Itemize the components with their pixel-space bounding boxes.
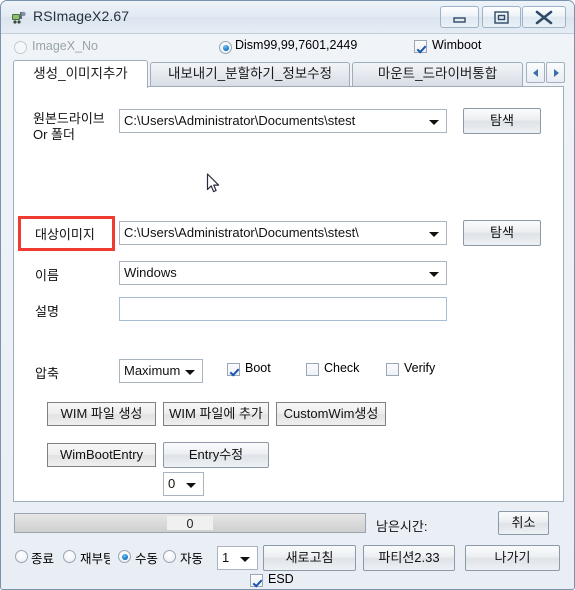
create-wim-button[interactable]: WIM 파일 생성 [47,402,156,426]
radio-manual-label: 수동 [135,552,159,566]
radio-imagex-label: ImageX_No [32,39,99,53]
radio-shutdown[interactable] [15,550,28,563]
compression-value: Maximum [124,363,181,378]
chevron-down-icon [240,557,250,562]
compression-label: 압축 [35,366,59,381]
radio-manual[interactable] [118,550,131,563]
radio-dism[interactable] [219,41,232,54]
description-input[interactable] [119,297,447,321]
tab-scroll-left-button[interactable] [526,62,545,83]
footer-area: 0 남은시간: 취소 종료 재부팅 수동 자동 1 새로고침 파티션2.33 나… [1,502,574,589]
checkbox-wimboot[interactable] [414,40,427,53]
source-drive-combo[interactable]: C:\Users\Administrator\Documents\stest [119,109,447,133]
description-label: 설명 [35,304,59,319]
radio-imagex[interactable] [14,41,27,54]
tab-strip: 생성_이미지추가 내보내기_분할하기_정보수정 마운트_드라이버통합 [13,60,565,88]
tab-content-panel: 원본드라이브 Or 폴더 C:\Users\Administrator\Docu… [13,86,564,502]
checkbox-check-label: Check [324,361,360,375]
checkbox-esd-label: ESD [268,572,294,586]
remaining-time-label: 남은시간: [376,519,428,534]
close-button[interactable] [522,6,566,28]
scroll-left-icon [532,68,538,77]
progress-bar: 0 [14,513,366,533]
minimize-button[interactable] [440,6,479,28]
exit-button[interactable]: 나가기 [465,545,560,571]
target-image-combo[interactable]: C:\Users\Administrator\Documents\stest\ [119,221,447,245]
radio-dism-label: Dism99,99,7601,2449 [235,38,358,52]
scroll-right-icon [553,68,559,77]
target-browse-button[interactable]: 탐색 [463,220,541,246]
checkbox-boot-label: Boot [245,361,271,375]
name-combo[interactable]: Windows [119,261,447,285]
append-wim-button[interactable]: WIM 파일에 추가 [163,402,269,426]
window-title: RSImageX2.67 [33,8,130,24]
radio-auto-label: 자동 [180,552,204,566]
chevron-down-icon [186,483,196,488]
name-label: 이름 [35,268,59,283]
tab-scroll-right-button[interactable] [546,62,565,83]
chevron-down-icon [429,232,439,237]
footer-index-combo[interactable]: 1 [217,546,258,570]
source-drive-value: C:\Users\Administrator\Documents\stest [124,113,356,128]
name-value: Windows [124,265,177,280]
tab-mount-driver-integration[interactable]: 마운트_드라이버통합 [352,62,523,86]
radio-reboot-label: 재부팅 [80,552,110,566]
tab-export-split-editinfo[interactable]: 내보내기_분할하기_정보수정 [150,62,350,86]
entry-index-value: 0 [168,476,176,491]
footer-index-value: 1 [222,550,230,565]
partition-button[interactable]: 파티션2.33 [363,545,455,571]
engine-selector-row: ImageX_No Dism99,99,7601,2449 Wimboot [1,34,574,60]
compression-combo[interactable]: Maximum [119,359,203,383]
checkbox-verify-label: Verify [404,361,436,375]
maximize-button[interactable] [482,6,521,28]
target-image-label: 대상이미지 [35,227,95,242]
chevron-down-icon [185,370,195,375]
chevron-down-icon [429,272,439,277]
app-icon [11,10,27,26]
wimboot-entry-button[interactable]: WimBootEntry [47,443,156,467]
checkbox-wimboot-label: Wimboot [432,38,482,52]
radio-shutdown-label: 종료 [31,552,55,566]
checkbox-esd[interactable] [250,574,263,587]
source-drive-label: 원본드라이브 Or 폴더 [33,111,105,142]
checkbox-check[interactable] [306,363,319,376]
refresh-button[interactable]: 새로고침 [263,545,356,571]
source-browse-button[interactable]: 탐색 [463,108,541,134]
progress-value: 0 [186,517,194,531]
entry-edit-button[interactable]: Entry수정 [163,442,269,468]
application-window: RSImageX2.67 ImageX_No Dism99,99,7601,24… [0,0,575,590]
cancel-button[interactable]: 취소 [498,511,549,535]
target-image-value: C:\Users\Administrator\Documents\stest\ [124,225,359,240]
chevron-down-icon [429,120,439,125]
title-bar: RSImageX2.67 [1,1,574,34]
radio-auto[interactable] [163,550,176,563]
checkbox-verify[interactable] [386,363,399,376]
radio-reboot[interactable] [63,550,76,563]
checkbox-boot[interactable] [227,363,240,376]
custom-wim-button[interactable]: CustomWim생성 [276,402,386,426]
entry-index-combo[interactable]: 0 [163,472,204,496]
tab-create-add-image[interactable]: 생성_이미지추가 [13,60,148,88]
